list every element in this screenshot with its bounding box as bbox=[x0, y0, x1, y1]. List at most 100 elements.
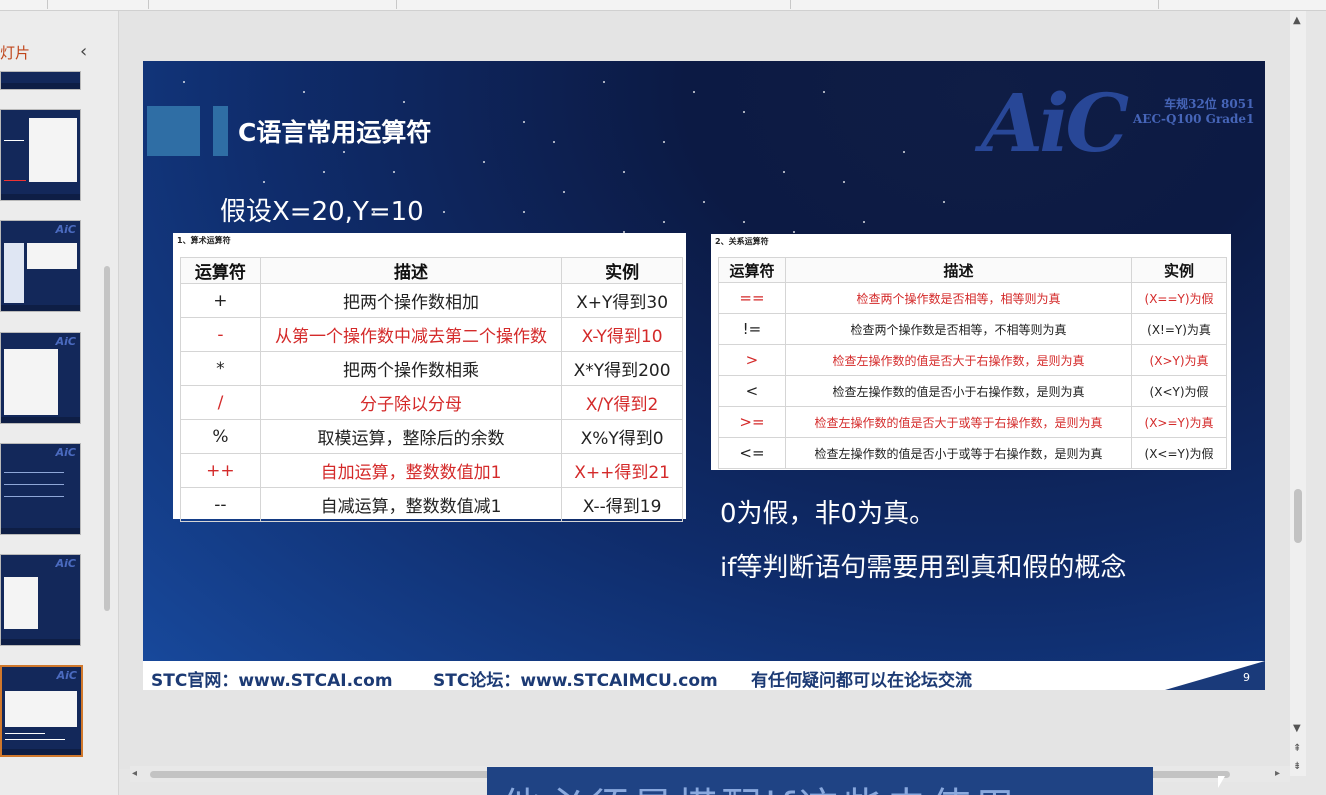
scroll-down-icon[interactable]: ▼ bbox=[1293, 723, 1301, 734]
title-accent-bar bbox=[213, 106, 228, 156]
scrollbar-thumb[interactable] bbox=[1294, 489, 1302, 543]
table-row: / 分子除以分母 X/Y得到2 bbox=[180, 385, 683, 420]
star-dot bbox=[823, 91, 825, 93]
editor-vertical-scrollbar[interactable]: ▲ ▼ ⇞ ⇟ bbox=[1290, 11, 1306, 776]
description-cell: 检查左操作数的值是否大于或等于右操作数，是则为真 bbox=[784, 406, 1133, 438]
video-subtitle-bar: 他必须是搭配if这些去使用 bbox=[487, 767, 1153, 795]
footer-tip: 有任何疑问都可以在论坛交流 bbox=[751, 671, 972, 690]
star-dot bbox=[843, 181, 845, 183]
star-dot bbox=[743, 111, 745, 113]
slide-thumbnail[interactable] bbox=[0, 109, 81, 201]
description-cell: 检查左操作数的值是否小于或等于右操作数，是则为真 bbox=[784, 437, 1133, 469]
thumb-line bbox=[5, 733, 45, 734]
previous-slide-icon[interactable]: ⇞ bbox=[1293, 743, 1301, 754]
aic-logo-subtitle: 车规32位 8051 AEC-Q100 Grade1 bbox=[1133, 97, 1254, 127]
thumb-footer bbox=[1, 194, 80, 200]
ribbon-divider bbox=[790, 0, 791, 9]
star-dot bbox=[693, 91, 695, 93]
operator-cell: >= bbox=[718, 406, 786, 438]
example-cell: X--得到19 bbox=[561, 487, 683, 522]
description-cell: 检查左操作数的值是否大于右操作数，是则为真 bbox=[784, 344, 1133, 376]
thumb-content bbox=[4, 243, 24, 303]
thumb-logo: AiC bbox=[55, 223, 76, 236]
star-dot bbox=[863, 221, 865, 223]
example-cell: X/Y得到2 bbox=[561, 385, 683, 420]
thumb-footer bbox=[2, 749, 81, 755]
slide-thumbnail[interactable]: AiC bbox=[0, 443, 81, 535]
relational-operators-table: 运算符 描述 实例 == 检查两个操作数是否相等，相等则为真 (X==Y)为假 != 检… bbox=[718, 257, 1227, 469]
thumb-line bbox=[4, 180, 26, 181]
scroll-left-icon[interactable]: ◂ bbox=[132, 768, 137, 779]
slide-thumbnail-current[interactable]: AiC bbox=[0, 665, 83, 757]
operator-cell: -- bbox=[180, 487, 261, 522]
example-cell: X-Y得到10 bbox=[561, 317, 683, 352]
slide-canvas[interactable]: C语言常用运算符 AiC 车规32位 8051 AEC-Q100 Grade1 … bbox=[143, 61, 1265, 690]
if-note: if等判断语句需要用到真和假的概念 bbox=[720, 553, 1127, 583]
table-row: > 检查左操作数的值是否大于右操作数，是则为真 (X>Y)为真 bbox=[718, 344, 1227, 376]
footer-website: STC官网：www.STCAI.com bbox=[151, 671, 393, 690]
operator-cell: * bbox=[180, 351, 261, 386]
collapse-pane-icon[interactable]: ‹ bbox=[80, 41, 87, 62]
star-dot bbox=[263, 181, 265, 183]
slide-page-number: 9 bbox=[1243, 671, 1250, 684]
table-row: == 检查两个操作数是否相等，相等则为真 (X==Y)为假 bbox=[718, 282, 1227, 314]
video-subtitle: 他必须是搭配if这些去使用 bbox=[501, 775, 1018, 795]
star-dot bbox=[403, 101, 405, 103]
ribbon-divider bbox=[148, 0, 149, 9]
operator-cell: > bbox=[718, 344, 786, 376]
operator-cell: / bbox=[180, 385, 261, 420]
operator-cell: <= bbox=[718, 437, 786, 469]
scroll-right-icon[interactable]: ▸ bbox=[1275, 768, 1280, 779]
thumb-footer bbox=[1, 305, 80, 311]
operator-cell: < bbox=[718, 375, 786, 407]
slide-footer: STC官网：www.STCAI.com STC论坛：www.STCAIMCU.c… bbox=[143, 661, 1265, 690]
header-cell: 运算符 bbox=[718, 257, 786, 283]
relational-table-image: 2、关系运算符 运算符 描述 实例 == 检查两个操作数是否相等，相等则为真 (X=… bbox=[711, 234, 1231, 470]
slide-title: C语言常用运算符 bbox=[238, 118, 432, 147]
slide-thumbnail[interactable]: AiC bbox=[0, 554, 81, 646]
star-dot bbox=[793, 231, 795, 233]
example-cell: (X>=Y)为真 bbox=[1131, 406, 1227, 438]
description-cell: 取模运算，整除后的余数 bbox=[259, 419, 563, 454]
description-cell: 自加运算，整数数值加1 bbox=[259, 453, 563, 488]
star-dot bbox=[943, 201, 945, 203]
operator-cell: % bbox=[180, 419, 261, 454]
slide-thumbnail[interactable] bbox=[0, 71, 81, 90]
ribbon-divider bbox=[1158, 0, 1159, 9]
ribbon-divider bbox=[47, 0, 48, 9]
thumb-content bbox=[5, 691, 77, 727]
star-dot bbox=[323, 171, 325, 173]
thumb-content bbox=[4, 349, 58, 415]
star-dot bbox=[603, 81, 605, 83]
thumb-footer bbox=[1, 417, 80, 423]
example-cell: (X<=Y)为假 bbox=[1131, 437, 1227, 469]
table-row: -- 自减运算，整数数值减1 X--得到19 bbox=[180, 487, 683, 522]
table-row: * 把两个操作数相乘 X*Y得到200 bbox=[180, 351, 683, 386]
ribbon-edge bbox=[0, 0, 1326, 11]
logo-sub-line: AEC-Q100 Grade1 bbox=[1133, 112, 1255, 126]
slide-thumbnail[interactable]: AiC bbox=[0, 220, 81, 312]
slide-thumbnail[interactable]: AiC bbox=[0, 332, 81, 424]
arithmetic-operators-table: 运算符 描述 实例 + 把两个操作数相加 X+Y得到30- 从第一个操作数中减去第二个… bbox=[180, 257, 683, 522]
star-dot bbox=[523, 121, 525, 123]
next-slide-icon[interactable]: ⇟ bbox=[1293, 761, 1301, 772]
thumb-content bbox=[4, 577, 38, 629]
star-dot bbox=[743, 221, 745, 223]
aic-logo: AiC bbox=[981, 76, 1129, 170]
table-caption: 2、关系运算符 bbox=[715, 237, 769, 246]
star-dot bbox=[783, 171, 785, 173]
scroll-up-icon[interactable]: ▲ bbox=[1293, 15, 1301, 26]
description-cell: 把两个操作数相加 bbox=[259, 283, 563, 318]
thumbnail-scrollbar[interactable] bbox=[104, 266, 110, 611]
table-row: + 把两个操作数相加 X+Y得到30 bbox=[180, 283, 683, 318]
star-dot bbox=[663, 141, 665, 143]
example-cell: (X==Y)为假 bbox=[1131, 282, 1227, 314]
description-cell: 检查两个操作数是否相等，相等则为真 bbox=[784, 282, 1133, 314]
table-row: <= 检查左操作数的值是否小于或等于右操作数，是则为真 (X<=Y)为假 bbox=[718, 437, 1227, 469]
star-dot bbox=[303, 91, 305, 93]
ribbon-divider bbox=[396, 0, 397, 9]
example-cell: X++得到21 bbox=[561, 453, 683, 488]
star-dot bbox=[183, 81, 185, 83]
thumb-logo: AiC bbox=[55, 557, 76, 570]
thumb-line bbox=[5, 739, 65, 740]
